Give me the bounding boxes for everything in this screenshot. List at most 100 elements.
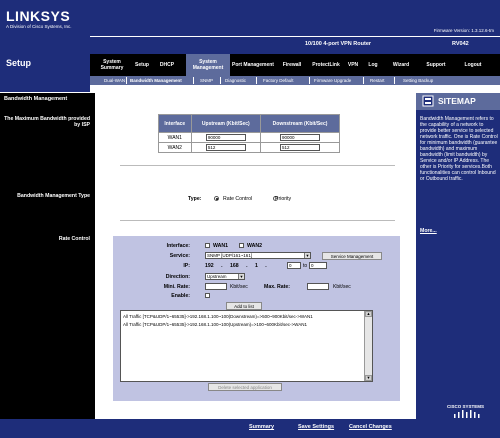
upstream-cell [190,132,262,143]
min-rate-label: Mini. Rate: [163,284,190,290]
model-bar [90,36,500,54]
wan1-label: WAN1 [213,243,228,249]
subtab-separator [126,77,127,84]
subtab-snmp[interactable]: SNMP [200,77,213,84]
tab-system-management[interactable]: System Management [186,54,230,76]
wan2-label: WAN2 [247,243,262,249]
min-rate-unit: Kbit/sec [230,284,248,290]
subtab-separator [220,77,221,84]
more-link[interactable]: More... [420,228,437,234]
cancel-changes-button[interactable]: Cancel Changes [349,424,392,430]
model-number: RV042 [452,41,469,47]
wan2-checkbox[interactable] [239,243,244,248]
page-title: Bandwidth Management [4,96,68,102]
interface-cell: WAN2 [158,142,192,153]
ip-end-input[interactable]: 0 [309,262,327,269]
wan1-upstream-input[interactable] [205,134,246,141]
sitemap-icon [422,95,434,107]
bandwidth-table: Interface Upstream (Kbit/Sec) Downstream… [158,114,340,153]
logo-tagline: A Division of Cisco Systems, Inc. [6,24,72,29]
downstream-cell [260,132,340,143]
subtab-separator [363,77,364,84]
list-item[interactable]: All Traffic [TCP&UDP/1~65535]->192.168.1… [123,322,307,327]
tab-log[interactable]: Log [364,54,382,76]
max-rate-unit: Kbit/sec [333,284,351,290]
header-bar [0,0,500,36]
model-name: 10/100 4-port VPN Router [305,41,372,47]
tab-vpn[interactable]: VPN [344,54,362,76]
tab-system-summary[interactable]: System Summary [93,54,131,76]
table-row: WAN2 [158,142,340,153]
service-select[interactable]: SNMP [UDP/161~161] ▼ [205,252,311,259]
enable-checkbox[interactable] [205,293,210,298]
service-management-button[interactable]: Service Management [322,252,382,260]
tab-protectlink[interactable]: ProtectLink [309,54,343,76]
tab-port-management[interactable]: Port Management [232,54,274,76]
table-row: WAN1 [158,132,340,143]
subtab-separator [256,77,257,84]
rate-control-option-label: Rate Control [223,196,253,202]
linksys-logo: LINKSYS [6,8,71,24]
scroll-up-icon[interactable]: ▲ [365,311,372,317]
enable-label: Enable: [171,293,190,299]
list-scrollbar[interactable]: ▲ ▼ [364,311,372,381]
type-label: Type: [188,196,202,202]
rate-control-radio[interactable] [214,196,219,201]
chevron-down-icon: ▼ [238,274,244,279]
ip-label: IP: [183,263,190,269]
subtab-separator [394,77,395,84]
tab-setup[interactable]: Setup [131,54,153,76]
subtab-dual-wan[interactable]: Dual-WAN [104,77,125,84]
subtab-restart[interactable]: Restart [370,77,385,84]
add-to-list-button[interactable]: Add to list [226,302,262,310]
subtab-separator [309,77,310,84]
subtab-setting-backup[interactable]: Setting Backup [403,77,433,84]
cisco-logo: CISCO SYSTEMS [447,404,485,409]
service-select-value: SNMP [UDP/161~161] [207,253,253,258]
section-title: Setup [6,58,32,68]
tab-support[interactable]: Support [420,54,452,76]
downstream-cell [260,142,340,153]
direction-label: Direction: [165,274,190,280]
tab-firewall[interactable]: Firewall [278,54,306,76]
max-rate-label: Max. Rate: [264,284,290,290]
summary-link[interactable]: Summary [249,424,274,430]
tab-wizard[interactable]: Wizard [388,54,414,76]
save-settings-button[interactable]: Save Settings [298,424,334,430]
subtab-factory-default[interactable]: Factory Default [263,77,294,84]
tab-dhcp[interactable]: DHCP [154,54,180,76]
left-column [0,93,95,419]
wan2-upstream-input[interactable] [205,144,246,151]
firmware-version: Firmware Version: 1.3.12.6-tm [433,28,494,33]
wan2-downstream-input[interactable] [280,144,321,151]
column-header: Downstream (Kbit/Sec) [260,114,340,133]
delete-selected-button[interactable]: Delete selected application [208,383,282,391]
max-rate-input[interactable] [307,283,329,290]
bandwidth-type-label: Bandwidth Management Type [17,193,90,199]
interface-label: Interface: [166,243,190,249]
subtab-firmware-upgrade[interactable]: Firmware Upgrade [314,77,351,84]
subtab-bandwidth-management[interactable]: Bandwidth Management [130,77,182,84]
wan1-checkbox[interactable] [205,243,210,248]
priority-option-label: Priority [275,196,292,202]
ip-prefix: 192 . 168 . 1 . [205,263,267,269]
divider [120,165,395,166]
cisco-bars-icon [454,410,480,418]
upstream-cell [190,142,262,153]
ip-to-label: to [303,263,308,269]
interface-cell: WAN1 [158,132,192,143]
service-label: Service: [169,253,190,259]
direction-select[interactable]: Upstream ▼ [205,273,245,280]
tab-logout[interactable]: Logout [458,54,488,76]
wan1-downstream-input[interactable] [280,134,321,141]
rules-list[interactable]: All Traffic [TCP&UDP/1~65535]->192.168.1… [120,310,373,382]
subtab-diagnostic[interactable]: Diagnostic [225,77,246,84]
min-rate-input[interactable] [205,283,227,290]
ip-start-input[interactable]: 0 [287,262,301,269]
sitemap-title[interactable]: SITEMAP [438,96,476,106]
list-item[interactable]: All Traffic [TCP&UDP/1~65535]->192.168.1… [123,314,313,319]
column-header: Upstream (Kbit/Sec) [190,114,262,133]
column-header: Interface [158,114,192,133]
scroll-down-icon[interactable]: ▼ [365,375,372,381]
chevron-down-icon: ▼ [304,253,310,258]
